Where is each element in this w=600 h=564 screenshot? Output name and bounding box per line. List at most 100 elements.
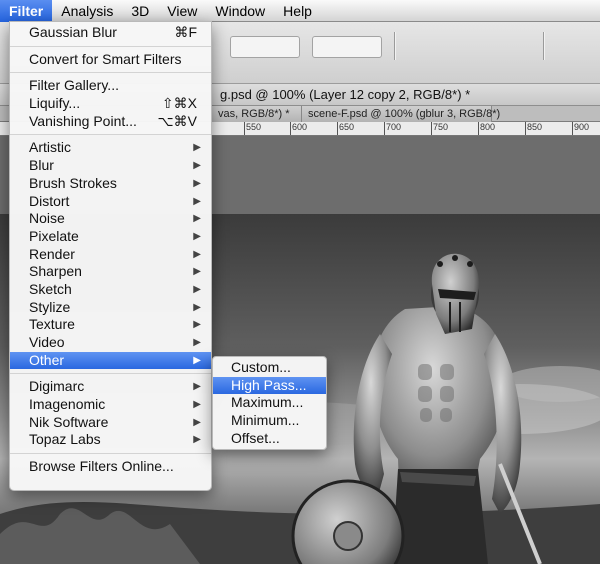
menu-separator [10, 134, 211, 136]
ruler-label: 900 [574, 122, 590, 132]
menu-separator [10, 373, 211, 375]
submenu-arrow-icon: ▶ [193, 230, 201, 242]
menu-separator [10, 45, 211, 47]
other-submenu: Custom... High Pass... Maximum... Minimu… [212, 356, 327, 450]
submenu-arrow-icon: ▶ [193, 160, 201, 172]
menu-item-shortcut: ⌘F [174, 24, 197, 40]
menu-item-label: Topaz Labs [29, 431, 101, 448]
menu-item-label: Imagenomic [29, 396, 106, 413]
menu-item-label: Sharpen [29, 263, 82, 280]
menu-item-sketch[interactable]: Sketch ▶ [10, 281, 211, 299]
options-separator [543, 32, 544, 60]
filter-menu: Gaussian Blur ⌘F Convert for Smart Filte… [9, 21, 212, 491]
document-tab-active[interactable]: scene-F.psd @ 100% (gblur 3, RGB/8*) [302, 106, 500, 122]
menu-item-texture[interactable]: Texture ▶ [10, 316, 211, 334]
submenu-arrow-icon: ▶ [193, 283, 201, 295]
submenu-arrow-icon: ▶ [193, 248, 201, 260]
menu-view[interactable]: View [158, 0, 206, 22]
ruler-tick [290, 122, 291, 135]
ruler-tick [478, 122, 479, 135]
submenu-arrow-icon: ▶ [193, 301, 201, 313]
menu-item-topaz-labs[interactable]: Topaz Labs ▶ [10, 431, 211, 449]
options-field[interactable] [312, 36, 382, 58]
menu-item-last-filter[interactable]: Gaussian Blur ⌘F [10, 24, 211, 42]
menu-item-label: Render [29, 245, 75, 262]
menu-item-label: Nik Software [29, 413, 109, 430]
menu-item-label: Pixelate [29, 227, 79, 244]
menu-item-liquify[interactable]: Liquify... ⇧⌘X [10, 95, 211, 113]
submenu-arrow-icon: ▶ [193, 416, 201, 428]
menu-item-label: Artistic [29, 139, 71, 156]
submenu-item-maximum[interactable]: Maximum... [213, 394, 326, 412]
document-title: g.psd @ 100% (Layer 12 copy 2, RGB/8*) * [220, 87, 471, 102]
menu-item-label: Video [29, 334, 65, 350]
ruler-tick [337, 122, 338, 135]
ruler-label: 550 [246, 122, 262, 132]
menu-item-label: Sketch [29, 280, 72, 297]
menu-item-shortcut: ⌥⌘V [157, 112, 197, 129]
menu-item-filter-gallery[interactable]: Filter Gallery... [10, 77, 211, 95]
ruler-label: 600 [292, 122, 308, 132]
ruler-label: 850 [527, 122, 543, 132]
menu-item-video[interactable]: Video ▶ [10, 334, 211, 352]
menu-item-label: Blur [29, 157, 54, 174]
menu-item-stylize[interactable]: Stylize ▶ [10, 299, 211, 317]
submenu-item-offset[interactable]: Offset... [213, 430, 326, 448]
menu-item-blur[interactable]: Blur ▶ [10, 157, 211, 175]
ruler-label: 700 [386, 122, 402, 132]
menu-item-other[interactable]: Other ▶ [10, 351, 211, 370]
submenu-arrow-icon: ▶ [193, 354, 201, 366]
menu-item-distort[interactable]: Distort ▶ [10, 193, 211, 211]
menu-item-brush-strokes[interactable]: Brush Strokes ▶ [10, 175, 211, 193]
menu-item-browse-filters-online[interactable]: Browse Filters Online... [10, 458, 211, 476]
menu-item-render[interactable]: Render ▶ [10, 246, 211, 264]
menu-item-convert-smart-filters[interactable]: Convert for Smart Filters [10, 51, 211, 69]
menu-item-sharpen[interactable]: Sharpen ▶ [10, 263, 211, 281]
menu-item-label: Gaussian Blur [29, 24, 117, 40]
ruler-label: 650 [339, 122, 355, 132]
menu-item-noise[interactable]: Noise ▶ [10, 210, 211, 228]
menu-item-label: Brush Strokes [29, 174, 117, 191]
ruler-tick [431, 122, 432, 135]
menu-item-label: Liquify... [29, 95, 81, 112]
menu-separator [10, 72, 211, 74]
menu-item-label: Digimarc [29, 378, 85, 395]
submenu-arrow-icon: ▶ [193, 142, 201, 154]
menu-item-shortcut: ⇧⌘X [161, 95, 197, 112]
menu-item-vanishing-point[interactable]: Vanishing Point... ⌥⌘V [10, 113, 211, 131]
menu-item-pixelate[interactable]: Pixelate ▶ [10, 228, 211, 246]
submenu-arrow-icon: ▶ [193, 266, 201, 278]
menu-item-label: Stylize [29, 298, 71, 315]
menu-item-label: Other [29, 351, 65, 368]
menu-help[interactable]: Help [274, 0, 321, 22]
menu-filter[interactable]: Filter [0, 0, 53, 22]
menu-3d[interactable]: 3D [122, 0, 158, 22]
menu-analysis[interactable]: Analysis [52, 0, 122, 22]
submenu-arrow-icon: ▶ [193, 319, 201, 331]
submenu-item-custom[interactable]: Custom... [213, 359, 326, 377]
ruler-tick [572, 122, 573, 135]
submenu-arrow-icon: ▶ [193, 337, 201, 348]
menu-window[interactable]: Window [206, 0, 274, 22]
submenu-arrow-icon: ▶ [193, 195, 201, 207]
ruler-tick [384, 122, 385, 135]
menu-item-nik-software[interactable]: Nik Software ▶ [10, 414, 211, 432]
submenu-arrow-icon: ▶ [193, 177, 201, 189]
options-separator [394, 32, 395, 60]
menu-item-imagenomic[interactable]: Imagenomic ▶ [10, 396, 211, 414]
ruler-label: 750 [433, 122, 449, 132]
menu-bar: Filter Analysis 3D View Window Help [0, 0, 600, 22]
menu-item-artistic[interactable]: Artistic ▶ [10, 139, 211, 157]
menu-item-digimarc[interactable]: Digimarc ▶ [10, 378, 211, 396]
ruler-tick [525, 122, 526, 135]
menu-item-label: Distort [29, 192, 70, 209]
options-field[interactable] [230, 36, 300, 58]
submenu-arrow-icon: ▶ [193, 381, 201, 393]
submenu-arrow-icon: ▶ [193, 399, 201, 411]
menu-separator [10, 453, 211, 455]
submenu-item-minimum[interactable]: Minimum... [213, 412, 326, 430]
ruler-label: 800 [480, 122, 496, 132]
menu-item-label: Texture [29, 316, 75, 333]
document-tab[interactable]: vas, RGB/8*) * [212, 106, 302, 122]
submenu-item-high-pass[interactable]: High Pass... [213, 376, 326, 395]
